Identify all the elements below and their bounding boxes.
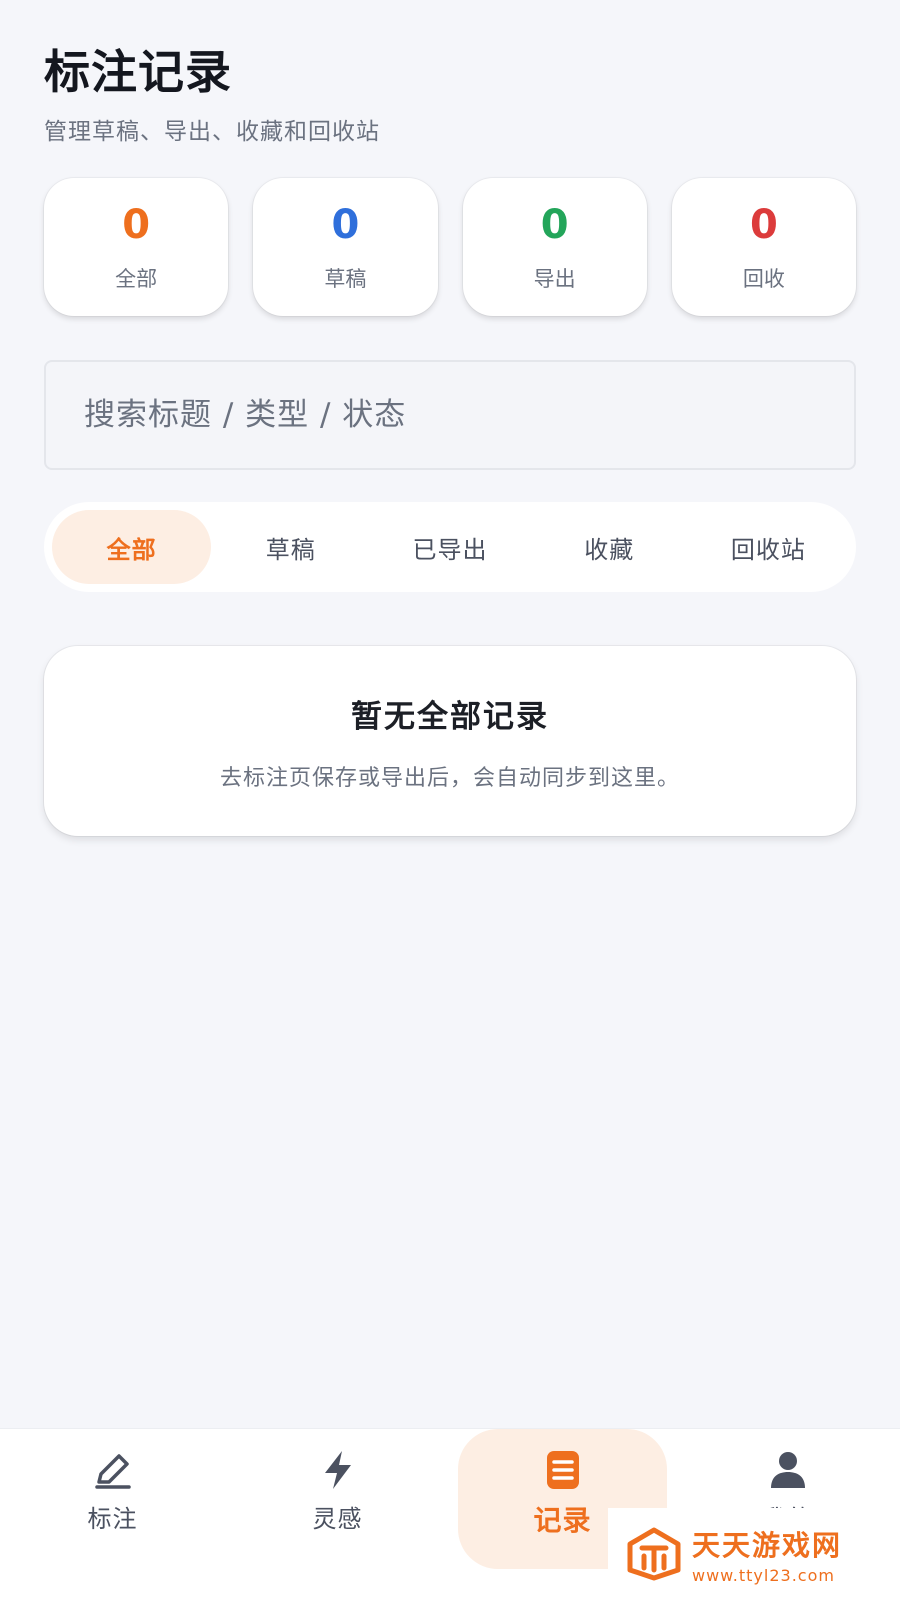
tab-all[interactable]: 全部 — [52, 510, 212, 584]
tab-recycle-bin[interactable]: 回收站 — [689, 510, 848, 584]
empty-state-card: 暂无全部记录 去标注页保存或导出后，会自动同步到这里。 — [44, 646, 856, 836]
tab-favorites[interactable]: 收藏 — [530, 510, 689, 584]
stat-label-recycle: 回收 — [742, 267, 785, 291]
empty-state-title: 暂无全部记录 — [351, 698, 549, 735]
watermark-name: 天天游戏网 — [692, 1528, 843, 1562]
search-box — [44, 360, 856, 470]
pencil-icon — [90, 1447, 136, 1493]
watermark: 天天游戏网 www.ttyl23.com — [608, 1508, 900, 1600]
stat-label-drafts: 草稿 — [324, 267, 367, 291]
stat-value-recycle: 0 — [749, 202, 778, 248]
stats-row: 0 全部 0 草稿 0 导出 0 回收 — [44, 178, 856, 316]
watermark-logo-icon — [626, 1526, 682, 1582]
page-title: 标注记录 — [44, 45, 232, 99]
nav-item-inspiration[interactable]: 灵感 — [225, 1429, 450, 1600]
empty-state-description: 去标注页保存或导出后，会自动同步到这里。 — [219, 765, 680, 791]
stat-card-exported[interactable]: 0 导出 — [462, 178, 647, 316]
nav-label-records: 记录 — [533, 1504, 592, 1537]
nav-label-inspiration: 灵感 — [312, 1505, 363, 1533]
watermark-url: www.ttyl23.com — [692, 1565, 835, 1585]
stat-value-all: 0 — [122, 202, 151, 248]
stat-card-recycle[interactable]: 0 回收 — [671, 178, 856, 316]
stat-card-all[interactable]: 0 全部 — [44, 178, 229, 316]
user-icon — [765, 1447, 811, 1493]
stat-value-exported: 0 — [540, 202, 569, 248]
page-subtitle: 管理草稿、导出、收藏和回收站 — [44, 119, 380, 145]
tab-exported[interactable]: 已导出 — [370, 510, 529, 584]
nav-item-annotate[interactable]: 标注 — [0, 1429, 225, 1600]
list-icon — [540, 1447, 586, 1493]
filter-tabs: 全部 草稿 已导出 收藏 回收站 — [44, 502, 856, 592]
tab-drafts[interactable]: 草稿 — [211, 510, 370, 584]
nav-label-annotate: 标注 — [87, 1505, 138, 1533]
search-input[interactable] — [84, 397, 854, 433]
stat-card-drafts[interactable]: 0 草稿 — [253, 178, 438, 316]
stat-label-exported: 导出 — [533, 267, 576, 291]
stat-label-all: 全部 — [115, 267, 158, 291]
watermark-text: 天天游戏网 www.ttyl23.com — [692, 1524, 842, 1585]
stat-value-drafts: 0 — [331, 202, 360, 248]
lightning-icon — [315, 1447, 361, 1493]
